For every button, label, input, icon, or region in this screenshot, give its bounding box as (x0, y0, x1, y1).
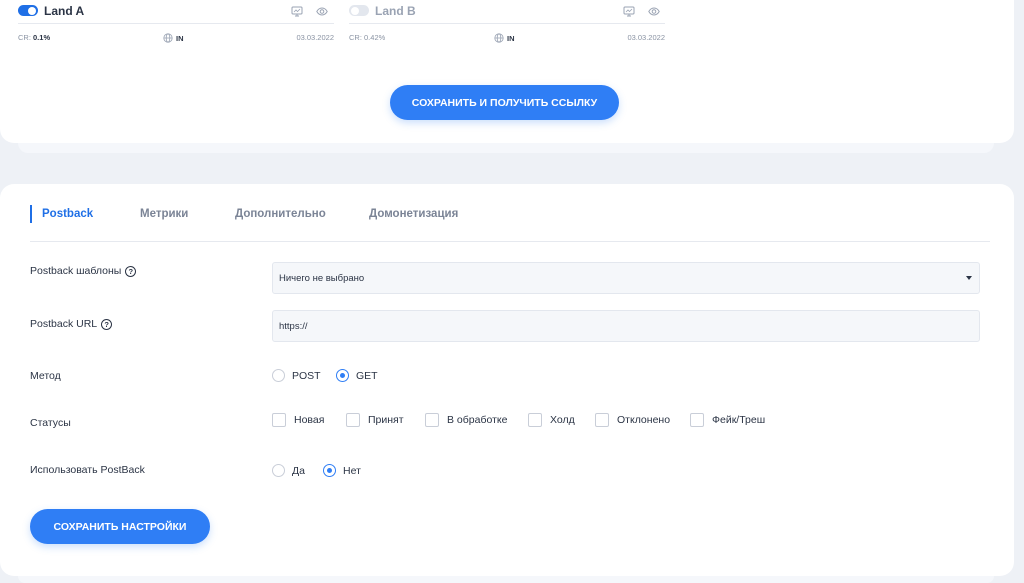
landing-date: 03.03.2022 (627, 33, 665, 42)
use-postback-no-radio[interactable]: Нет (323, 464, 361, 477)
landing-toggle[interactable] (18, 5, 38, 16)
postback-templates-select[interactable]: Ничего не выбрано (272, 262, 980, 294)
landing-toggle[interactable] (349, 5, 369, 16)
status-hold-checkbox[interactable]: Холд (528, 413, 575, 427)
select-value: Ничего не выбрано (279, 272, 365, 284)
landing-name: Land B (375, 4, 416, 18)
postback-url-label: Postback URL ? (30, 318, 113, 330)
landing-item-a: Land A CR: 0.1% IN 03.03.2022 (18, 0, 334, 50)
use-postback-yes-radio[interactable]: Да (272, 464, 305, 477)
eye-icon[interactable] (316, 6, 328, 17)
monitor-icon[interactable] (291, 6, 303, 17)
radio-circle[interactable] (272, 464, 285, 477)
checkbox-box[interactable] (346, 413, 360, 427)
input-value: https:// (279, 320, 308, 332)
landing-item-b: Land B CR: 0.42% IN 03.03.2022 (349, 0, 665, 50)
eye-icon[interactable] (648, 6, 660, 17)
tab-additional[interactable]: Дополнительно (235, 205, 326, 223)
landing-header: Land A (18, 0, 334, 24)
postback-url-input[interactable]: https:// (272, 310, 980, 342)
geo-stat: IN (163, 33, 184, 43)
cr-stat: CR: 0.42% (349, 33, 386, 42)
tab-metrics[interactable]: Метрики (140, 205, 188, 223)
statuses-label: Статусы (30, 417, 71, 429)
save-settings-button[interactable]: СОХРАНИТЬ НАСТРОЙКИ (30, 509, 210, 544)
cr-stat: CR: 0.1% (18, 33, 51, 42)
save-and-get-link-button[interactable]: СОХРАНИТЬ И ПОЛУЧИТЬ ССЫЛКУ (390, 85, 619, 120)
checkbox-box[interactable] (528, 413, 542, 427)
landings-card: Land A CR: 0.1% IN 03.03.2022 Land B CR:… (0, 0, 1014, 143)
status-new-checkbox[interactable]: Новая (272, 413, 324, 427)
use-postback-label: Использовать PostBack (30, 464, 145, 476)
checkbox-box[interactable] (425, 413, 439, 427)
landing-name: Land A (44, 4, 85, 18)
card-shadow (18, 143, 994, 153)
landing-date: 03.03.2022 (296, 33, 334, 42)
globe-icon (494, 33, 504, 43)
settings-tabs: Postback Метрики Дополнительно Домонетиз… (30, 202, 990, 242)
help-icon[interactable]: ? (125, 265, 137, 277)
status-rejected-checkbox[interactable]: Отклонено (595, 413, 670, 427)
monitor-icon[interactable] (623, 6, 635, 17)
status-accepted-checkbox[interactable]: Принят (346, 413, 404, 427)
landing-header: Land B (349, 0, 665, 24)
checkbox-box[interactable] (272, 413, 286, 427)
radio-circle[interactable] (336, 369, 349, 382)
checkbox-box[interactable] (690, 413, 704, 427)
postback-settings-card: Postback Метрики Дополнительно Домонетиз… (0, 184, 1014, 576)
checkbox-box[interactable] (595, 413, 609, 427)
method-post-radio[interactable]: POST (272, 369, 321, 382)
caret-down-icon (966, 276, 972, 280)
radio-circle[interactable] (272, 369, 285, 382)
status-processing-checkbox[interactable]: В обработке (425, 413, 507, 427)
tab-monetization[interactable]: Домонетизация (369, 205, 458, 223)
status-fake-checkbox[interactable]: Фейк/Треш (690, 413, 765, 427)
tab-postback[interactable]: Postback (30, 205, 93, 223)
help-icon[interactable]: ? (101, 318, 113, 330)
postback-templates-label: Postback шаблоны ? (30, 265, 137, 277)
radio-circle[interactable] (323, 464, 336, 477)
card-shadow (18, 576, 994, 583)
method-label: Метод (30, 370, 61, 382)
globe-icon (163, 33, 173, 43)
method-get-radio[interactable]: GET (336, 369, 378, 382)
geo-stat: IN (494, 33, 515, 43)
